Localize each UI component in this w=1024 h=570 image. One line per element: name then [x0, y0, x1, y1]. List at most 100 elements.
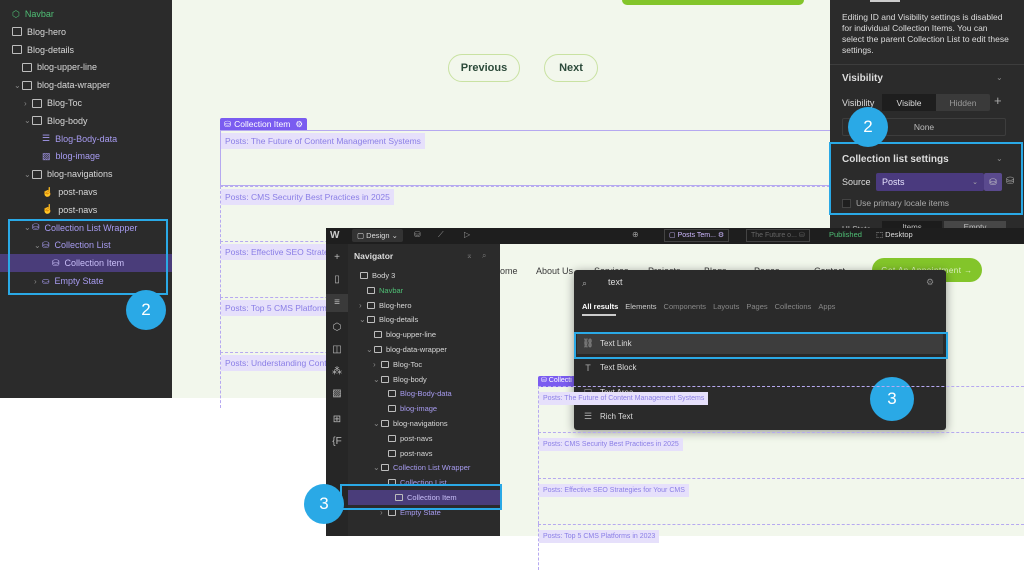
rich-text-icon: ☰ [42, 133, 51, 144]
post-title: Posts: The Future of Content Management … [539, 392, 709, 405]
navigator-item[interactable]: › Blog-Toc [373, 357, 422, 372]
navigator-item-label: blog-navigations [47, 169, 113, 180]
styles-icon[interactable]: ◫ [331, 344, 343, 356]
analytics-icon[interactable]: ⟋ [438, 230, 444, 240]
collection-item[interactable]: Posts: Effective SEO Strategies for Your… [538, 478, 1024, 524]
preview-icon[interactable]: ▷ [464, 230, 470, 239]
navigator-item-label: Blog-hero [27, 26, 67, 37]
caret-down-icon[interactable]: ⌄ [14, 81, 22, 90]
navigator-item-label: post-navs [58, 187, 98, 197]
gear-icon[interactable]: ⚙ [926, 277, 934, 288]
caret-down-icon[interactable]: ⌄ [373, 375, 381, 384]
cms-icon[interactable]: ⛁ [414, 230, 421, 239]
search-tab[interactable]: All results [582, 302, 618, 311]
section-icon [360, 272, 368, 279]
navigator-icon[interactable]: ≡ [326, 294, 348, 312]
navigator-item[interactable]: ▨ blog-image [34, 147, 100, 165]
navigator-item[interactable]: ☝ post-navs [34, 201, 97, 219]
collection-item-tag[interactable]: ⛁ Collection Item ⚙ [220, 118, 307, 130]
navigator-item[interactable]: › Blog-Toc [24, 94, 82, 112]
div-icon [367, 301, 375, 309]
caret-down-icon[interactable]: ⌄ [359, 315, 367, 324]
page-selector[interactable]: ▢ Posts Tem... ⚙ [664, 229, 730, 242]
components-icon[interactable]: ⬡ [331, 322, 343, 334]
navigator-item[interactable]: ☝ post-navs [34, 183, 97, 201]
collection-item[interactable]: Posts: Top 5 CMS Platforms in 2023 [538, 524, 1024, 570]
settings-notice: Editing ID and Visibility settings is di… [842, 12, 1009, 55]
navigator-item[interactable]: post-navs [380, 431, 433, 446]
item-selector[interactable]: The Future o... ⛁ [746, 229, 810, 242]
navigator-item-label: Blog-Body-data [55, 133, 118, 144]
navigator-item[interactable]: ⌄ Collection List Wrapper [373, 460, 470, 475]
caret-right-icon[interactable]: › [373, 360, 381, 369]
search-result[interactable]: T Text Block [582, 357, 942, 379]
pin-icon[interactable]: ⌕ [482, 251, 486, 261]
navigator-item[interactable]: ⌄ blog-navigations [24, 165, 113, 183]
navigator-item[interactable]: › Blog-hero [359, 298, 412, 313]
navigator-item[interactable]: ⌄ blog-navigations [373, 416, 448, 431]
search-input[interactable]: text [608, 277, 623, 287]
design-mode-dropdown[interactable]: ▢ Design ⌄ [352, 229, 403, 242]
next-button[interactable]: Next [544, 54, 598, 82]
caret-down-icon[interactable]: ⌄ [373, 463, 381, 472]
gear-icon[interactable]: ⚙ [295, 119, 303, 130]
navigator-item[interactable]: ⌄ Blog-details [359, 312, 418, 327]
device-selector[interactable]: ⬚ Desktop [876, 230, 913, 239]
navigator-item[interactable]: ⌄ Blog-body [24, 112, 88, 130]
collection-item[interactable]: Posts: The Future of Content Management … [220, 130, 840, 186]
site-nav-link[interactable]: About Us [536, 266, 573, 276]
assets-icon[interactable]: ▨ [331, 388, 343, 400]
caret-down-icon[interactable]: ⌄ [24, 170, 32, 179]
post-title: Posts: CMS Security Best Practices in 20… [221, 188, 394, 205]
navigator-item[interactable]: blog-upper-line [14, 58, 97, 76]
collapse-icon[interactable]: ⌅ [466, 251, 473, 260]
navigator-item[interactable]: Blog-hero [4, 23, 66, 41]
chevron-down-icon[interactable]: ⌄ [996, 73, 1003, 82]
search-tab[interactable]: Elements [625, 302, 656, 311]
navigator-item[interactable]: post-navs [380, 446, 433, 461]
apps-icon[interactable]: ⊞ [331, 414, 343, 426]
top-toolbar: W ▢ Design ⌄ ⛁ ⟋ ▷ ⊕ ▢ Posts Tem... ⚙ Th… [326, 228, 1024, 244]
variables-icon[interactable]: ⁂ [331, 366, 343, 378]
caret-right-icon[interactable]: › [359, 301, 367, 310]
navigator-item[interactable]: ⌄ blog-data-wrapper [14, 76, 110, 94]
div-icon [388, 390, 396, 398]
caret-down-icon[interactable]: ⌄ [373, 419, 381, 428]
visible-option[interactable]: Visible [882, 94, 936, 111]
navigator-item[interactable]: Blog-details [4, 41, 74, 59]
caret-right-icon[interactable]: › [24, 99, 32, 108]
div-icon [22, 80, 32, 90]
navigator-item[interactable]: blog-upper-line [366, 327, 436, 342]
search-tab[interactable]: Layouts [713, 302, 739, 311]
globe-icon[interactable]: ⊕ [632, 230, 639, 239]
navigator-item[interactable]: blog-image [380, 401, 437, 416]
navigator-item[interactable]: Blog-Body-data [380, 386, 452, 401]
div-icon [367, 316, 375, 324]
navigator-item[interactable]: ⬡ Navbar [4, 5, 54, 23]
add-icon[interactable]: + [331, 252, 343, 264]
navigator-item[interactable]: ☰ Blog-Body-data [34, 130, 117, 148]
navigator-item[interactable]: Navbar [359, 283, 403, 298]
div-icon [22, 62, 32, 72]
cms-fields-icon[interactable]: {F [331, 436, 343, 448]
previous-button[interactable]: Previous [448, 54, 520, 82]
site-nav-link[interactable]: ome [500, 266, 518, 276]
search-tab[interactable]: Components [664, 302, 707, 311]
pages-icon[interactable]: ▯ [331, 274, 343, 286]
plus-icon[interactable]: + [994, 93, 1002, 108]
hidden-option[interactable]: Hidden [936, 94, 990, 111]
search-tab[interactable]: Pages [746, 302, 767, 311]
navigator-item[interactable]: Body 3 [352, 268, 395, 283]
navigator-item-label: Blog-Toc [47, 98, 83, 108]
navigator-item-label: blog-upper-line [37, 62, 98, 73]
collection-item[interactable]: Posts: CMS Security Best Practices in 20… [538, 432, 1024, 478]
search-tab[interactable]: Apps [818, 302, 835, 311]
navigator-item-label: Blog-Toc [393, 359, 423, 369]
collection-item[interactable]: Posts: The Future of Content Management … [538, 386, 1024, 432]
div-icon [388, 449, 396, 457]
navigator-item[interactable]: ⌄ Blog-body [373, 372, 427, 387]
search-tab[interactable]: Collections [775, 302, 812, 311]
caret-down-icon[interactable]: ⌄ [24, 116, 32, 125]
navigator-item[interactable]: ⌄ blog-data-wrapper [366, 342, 447, 357]
caret-down-icon[interactable]: ⌄ [366, 345, 374, 354]
